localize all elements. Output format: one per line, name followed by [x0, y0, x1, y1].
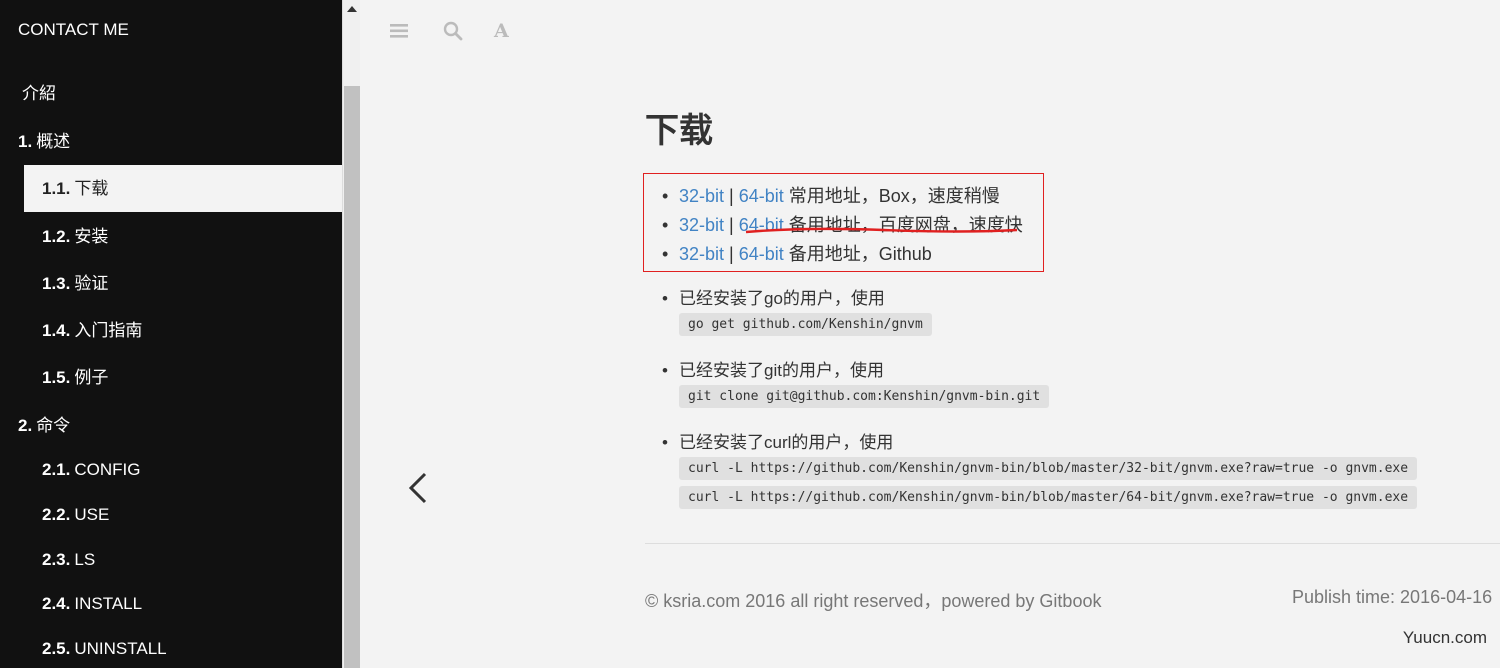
sidebar-item-install-cmd[interactable]: 2.4. INSTALL: [42, 580, 142, 627]
sidebar-item-label: CONFIG: [74, 460, 141, 479]
footer-copyright: © ksria.com 2016 all right reserved，powe…: [645, 591, 1102, 611]
sidebar-item-label: UNINSTALL: [74, 639, 167, 658]
sidebar-item-number: 1.4.: [42, 321, 71, 340]
download-32bit-link[interactable]: 32-bit: [679, 215, 724, 235]
page-title: 下载: [645, 112, 713, 150]
download-32bit-link[interactable]: 32-bit: [679, 186, 724, 206]
sidebar-item-label: 安装: [74, 227, 109, 246]
sidebar-item-number: 2.3.: [42, 550, 71, 569]
sidebar-item-label: INSTALL: [74, 594, 143, 613]
download-32bit-link[interactable]: 32-bit: [679, 244, 724, 264]
sidebar-item-getting-started[interactable]: 1.4. 入门指南: [42, 307, 142, 354]
sidebar-item-ls[interactable]: 2.3. LS: [42, 536, 95, 583]
sidebar-item-number: 2.2.: [42, 505, 71, 524]
sidebar-item-number: 2.1.: [42, 460, 71, 479]
sidebar-item-intro[interactable]: 介紹: [18, 70, 56, 117]
sidebar-item-number: 2.: [18, 416, 33, 435]
instruction-text: 已经安装了go的用户，使用: [679, 289, 885, 308]
footer-publish-time: Publish time: 2016-04-16: [1292, 587, 1493, 607]
menu-icon[interactable]: [388, 20, 410, 42]
download-desc: 备用地址，Github: [783, 244, 932, 264]
sidebar-item-label: 入门指南: [74, 321, 143, 340]
sidebar-item-install[interactable]: 1.2. 安装: [42, 213, 108, 260]
instruction-text: 已经安装了git的用户，使用: [679, 361, 884, 380]
red-underline-mark: [745, 227, 1018, 234]
sidebar-item-number: 1.1.: [42, 179, 71, 198]
download-64bit-link[interactable]: 64-bit: [739, 244, 784, 264]
sidebar-item-config[interactable]: 2.1. CONFIG: [42, 446, 140, 493]
watermark: Yuucn.com: [1402, 628, 1487, 647]
sidebar: CONTACT ME 介紹 1. 概述 1.1. 下载 1.2. 安装 1.3. 验证 …: [0, 0, 342, 668]
code-snippet[interactable]: git clone git@github.com:Kenshin/gnvm-bi…: [679, 385, 1050, 408]
sidebar-item-label: USE: [74, 505, 110, 524]
sidebar-item-number: 1.5.: [42, 368, 71, 387]
instruction-item: • 已经安装了git的用户，使用: [662, 361, 884, 380]
footer-divider: [645, 543, 1500, 544]
sidebar-item-download[interactable]: 1.1. 下载: [24, 165, 342, 212]
code-snippet[interactable]: go get github.com/Kenshin/gnvm: [679, 313, 932, 336]
sidebar-item-label: 例子: [74, 368, 109, 387]
instruction-item: • 已经安装了curl的用户，使用: [662, 433, 894, 452]
scroll-up-arrow-icon[interactable]: [347, 6, 357, 12]
font-settings-icon[interactable]: A: [494, 20, 516, 42]
download-item: • 32-bit | 64-bit 备用地址，Github: [662, 244, 932, 264]
search-icon[interactable]: [442, 20, 464, 42]
sidebar-item-number: 1.2.: [42, 227, 71, 246]
sidebar-item-number: 2.4.: [42, 594, 71, 613]
sidebar-item-overview[interactable]: 1. 概述: [18, 118, 70, 165]
instruction-item: • 已经安装了go的用户，使用: [662, 289, 885, 308]
sidebar-item-use[interactable]: 2.2. USE: [42, 491, 109, 538]
sidebar-item-label: LS: [74, 550, 96, 569]
sidebar-item-uninstall[interactable]: 2.5. UNINSTALL: [42, 625, 167, 668]
code-snippet[interactable]: curl -L https://github.com/Kenshin/gnvm-…: [679, 486, 1418, 509]
sidebar-item-commands[interactable]: 2. 命令: [18, 402, 70, 449]
sidebar-scrollbar[interactable]: [342, 0, 360, 668]
sidebar-item-label: 概述: [36, 132, 71, 151]
download-desc: 常用地址，Box，速度稍慢: [783, 186, 1000, 206]
sidebar-item-verify[interactable]: 1.3. 验证: [42, 260, 108, 307]
download-item: • 32-bit | 64-bit 常用地址，Box，速度稍慢: [662, 186, 1000, 206]
previous-page-icon[interactable]: [404, 470, 434, 506]
instruction-text: 已经安装了curl的用户，使用: [679, 433, 894, 452]
sidebar-item-number: 1.: [18, 132, 33, 151]
sidebar-item-number: 1.3.: [42, 274, 71, 293]
download-64bit-link[interactable]: 64-bit: [739, 186, 784, 206]
sidebar-item-examples[interactable]: 1.5. 例子: [42, 354, 108, 401]
sidebar-item-label: 介紹: [22, 84, 56, 103]
code-snippet[interactable]: curl -L https://github.com/Kenshin/gnvm-…: [679, 457, 1418, 480]
sidebar-item-label: 验证: [74, 274, 109, 293]
scrollbar-thumb[interactable]: [344, 86, 360, 668]
sidebar-title[interactable]: CONTACT ME: [18, 20, 129, 40]
sidebar-item-number: 2.5.: [42, 639, 71, 658]
sidebar-item-label: 下载: [74, 179, 109, 198]
sidebar-item-label: 命令: [36, 416, 71, 435]
